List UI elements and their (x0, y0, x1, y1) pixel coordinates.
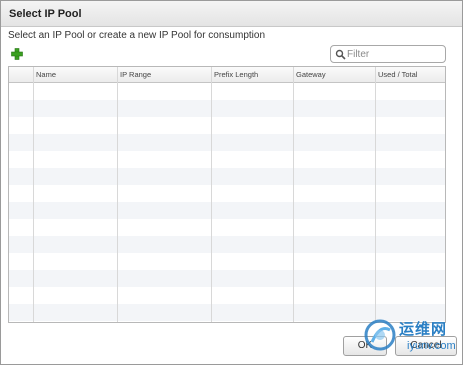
column-header-name[interactable]: Name (33, 67, 117, 83)
filter-box[interactable] (330, 45, 446, 63)
column-header-gateway[interactable]: Gateway (293, 67, 375, 83)
column-divider (375, 67, 376, 322)
table-row (9, 185, 445, 202)
table-row (9, 236, 445, 253)
watermark-cn-text: 运维网 (399, 321, 448, 338)
table-row (9, 134, 445, 151)
table-row (9, 253, 445, 270)
table-row (9, 287, 445, 304)
column-divider (293, 67, 294, 322)
table-header: Name IP Range Prefix Length Gateway Used… (9, 67, 445, 83)
search-icon (335, 49, 346, 60)
column-divider (33, 67, 34, 322)
column-header-select[interactable] (9, 67, 33, 83)
instruction-text: Select an IP Pool or create a new IP Poo… (8, 30, 266, 41)
watermark-logo-icon (364, 319, 396, 351)
table-row (9, 270, 445, 287)
dialog-titlebar: Select IP Pool (1, 1, 462, 27)
table-row (9, 219, 445, 236)
column-divider (211, 67, 212, 322)
ip-pool-table: Name IP Range Prefix Length Gateway Used… (8, 66, 446, 323)
column-header-used-total[interactable]: Used / Total (375, 67, 445, 83)
column-divider (117, 67, 118, 322)
select-ip-pool-dialog: Select IP Pool Select an IP Pool or crea… (0, 0, 463, 365)
site-watermark: 运维网 iyunv.com (363, 316, 463, 365)
table-row (9, 151, 445, 168)
table-row (9, 117, 445, 134)
dialog-title: Select IP Pool (9, 8, 82, 20)
table-row (9, 83, 445, 100)
plus-icon (11, 48, 23, 60)
column-header-prefix-length[interactable]: Prefix Length (211, 67, 293, 83)
table-row (9, 168, 445, 185)
add-ip-pool-button[interactable] (11, 47, 23, 60)
table-row (9, 100, 445, 117)
table-row (9, 202, 445, 219)
filter-input[interactable] (347, 47, 443, 61)
watermark-en-text: iyunv.com (407, 340, 456, 352)
column-header-ip-range[interactable]: IP Range (117, 67, 211, 83)
